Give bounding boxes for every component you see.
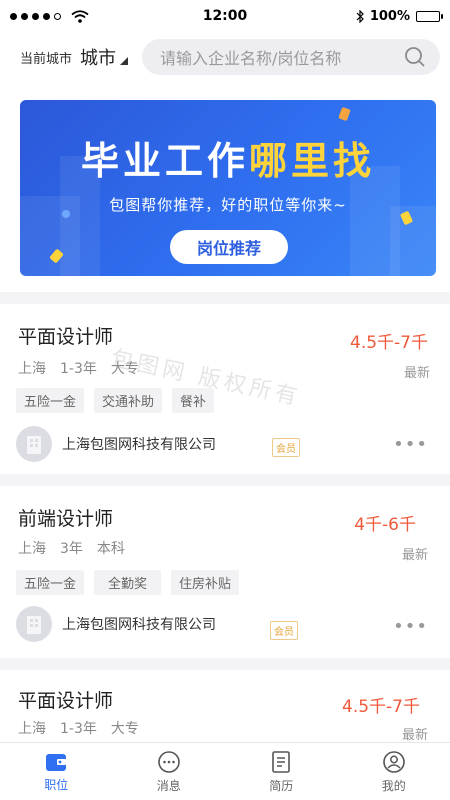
banner-section: 毕业工作哪里找 包图帮你推荐，好的职位等你来~ 岗位推荐 — [0, 82, 450, 292]
confetti-decoration — [338, 106, 351, 122]
job-salary: 4.5千-7千 — [342, 697, 420, 717]
more-options-icon[interactable]: ••• — [393, 434, 428, 455]
tab-profile[interactable]: 我的 — [338, 743, 450, 800]
tab-label: 简历 — [269, 778, 294, 793]
job-meta: 上海 1-3年 大专 — [18, 718, 139, 738]
banner-title: 毕业工作哪里找 — [20, 130, 436, 185]
company-logo-icon — [16, 606, 52, 642]
city-label: 当前城市 — [20, 51, 73, 67]
benefit-tag: 交通补助 — [94, 388, 163, 413]
battery-icon — [416, 10, 443, 22]
signal-strength — [10, 9, 160, 23]
top-bar: 当前城市 城市 请输入企业名称/岗位名称 — [0, 32, 450, 82]
job-card[interactable]: 平面设计师 4.5千-7千 上海 1-3年 大专 最新 五险一金 交通补助 餐补… — [0, 304, 450, 474]
benefit-tag: 五险一金 — [16, 388, 85, 413]
job-education: 本科 — [96, 541, 125, 557]
banner-subtitle: 包图帮你推荐，好的职位等你来~ — [109, 196, 347, 214]
job-title: 前端设计师 — [18, 508, 114, 530]
job-experience: 1-3年 — [60, 361, 97, 377]
benefit-tag: 全勤奖 — [94, 570, 162, 595]
company-name: 上海包图网科技有限公司 — [62, 437, 216, 453]
job-title: 平面设计师 — [18, 326, 114, 348]
banner-title-main: 毕业工作 — [80, 139, 249, 183]
job-education: 大专 — [110, 721, 139, 737]
benefit-tag: 餐补 — [172, 388, 215, 413]
job-salary: 4千-6千 — [354, 515, 416, 535]
job-city: 上海 — [18, 361, 46, 377]
message-icon — [157, 750, 180, 773]
search-input[interactable]: 请输入企业名称/岗位名称 — [142, 39, 440, 75]
battery-percent: 100% — [369, 8, 410, 24]
job-city: 上海 — [18, 721, 46, 737]
benefit-tag: 住房补贴 — [171, 570, 240, 595]
company-name: 上海包图网科技有限公司 — [62, 617, 216, 633]
job-title: 平面设计师 — [18, 690, 114, 712]
search-placeholder: 请输入企业名称/岗位名称 — [160, 49, 342, 68]
latest-label: 最新 — [401, 728, 428, 742]
job-salary: 4.5千-7千 — [350, 333, 428, 353]
member-badge: 会员 — [272, 438, 300, 457]
profile-icon — [382, 750, 405, 773]
company-info[interactable]: 上海包图网科技有限公司 — [16, 426, 216, 462]
company-info[interactable]: 上海包图网科技有限公司 — [16, 606, 216, 642]
job-experience: 1-3年 — [60, 721, 97, 737]
search-icon[interactable] — [404, 46, 426, 68]
job-experience: 3年 — [60, 541, 83, 557]
status-time: 12:00 — [202, 8, 248, 24]
job-recommend-button[interactable]: 岗位推荐 — [170, 230, 288, 264]
job-meta: 上海 3年 本科 — [18, 538, 125, 558]
tab-label: 职位 — [44, 777, 69, 792]
tab-jobs[interactable]: 职位 — [0, 743, 113, 800]
latest-label: 最新 — [401, 548, 428, 563]
member-badge: 会员 — [270, 621, 298, 640]
dropdown-triangle-icon[interactable] — [120, 57, 129, 65]
job-meta: 上海 1-3年 大专 — [18, 358, 139, 378]
more-options-icon[interactable]: ••• — [393, 616, 428, 637]
tab-resume[interactable]: 简历 — [225, 743, 338, 800]
benefit-tags: 五险一金 全勤奖 住房补贴 — [16, 570, 240, 595]
company-logo-icon — [16, 426, 52, 462]
city-selector[interactable]: 城市 — [80, 44, 116, 70]
bluetooth-icon — [356, 9, 364, 23]
tab-messages[interactable]: 消息 — [113, 743, 226, 800]
benefit-tags: 五险一金 交通补助 餐补 — [16, 388, 215, 413]
latest-label: 最新 — [403, 366, 430, 381]
tab-label: 消息 — [156, 778, 181, 793]
wifi-icon — [71, 9, 89, 23]
job-card[interactable]: 平面设计师 4.5千-7千 上海 1-3年 大专 最新 — [0, 670, 450, 742]
job-city: 上海 — [18, 541, 46, 557]
tab-label: 我的 — [381, 778, 406, 793]
benefit-tag: 五险一金 — [16, 570, 85, 595]
job-education: 大专 — [110, 361, 139, 377]
status-bar: 12:00 100% — [0, 0, 450, 32]
briefcase-icon — [46, 753, 67, 771]
resume-icon — [272, 750, 291, 773]
job-card[interactable]: 前端设计师 4千-6千 上海 3年 本科 最新 五险一金 全勤奖 住房补贴 上海… — [0, 486, 450, 658]
promo-banner[interactable]: 毕业工作哪里找 包图帮你推荐，好的职位等你来~ 岗位推荐 — [20, 100, 436, 276]
banner-title-highlight: 哪里找 — [249, 139, 376, 183]
bottom-tab-bar: 职位 消息 简历 我的 — [0, 742, 450, 800]
